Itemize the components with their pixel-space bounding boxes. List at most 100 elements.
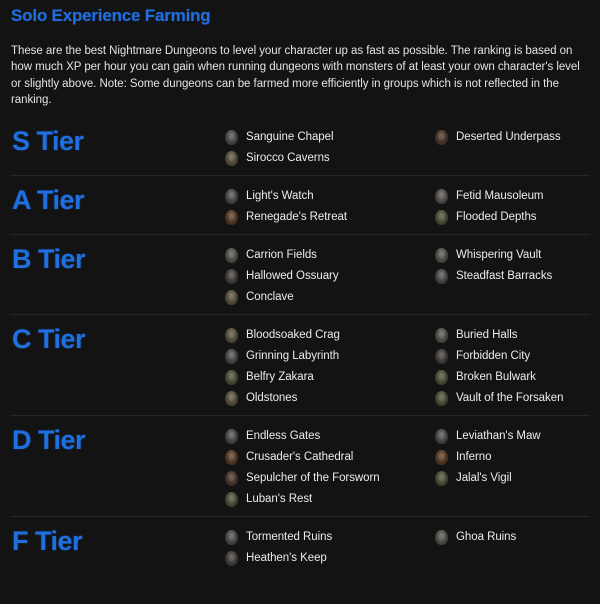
dungeon-name: Steadfast Barracks [456,269,553,282]
tier-entries: Endless Gates Crusader's Cathedral Sepulch… [225,425,600,507]
tier-label: B Tier [12,243,86,274]
dungeon-name: Sirocco Caverns [246,151,330,164]
dungeon-sigil-icon [225,289,238,305]
dungeon-sigil-icon [435,209,448,225]
dungeon-entry[interactable]: Conclave [225,289,435,305]
dungeon-entry[interactable]: Whispering Vault [435,247,600,263]
dungeon-entry[interactable]: Light's Watch [225,188,435,204]
tier-entries: Tormented Ruins Heathen's Keep Ghoa Ruins [225,526,600,566]
page-description: These are the best Nightmare Dungeons to… [11,45,580,106]
dungeon-name: Inferno [456,450,492,463]
dungeon-name: Endless Gates [246,429,321,442]
dungeon-sigil-icon [225,247,238,263]
tier-label: F Tier [12,525,83,556]
dungeon-name: Broken Bulwark [456,370,536,383]
tier-column-left: Tormented Ruins Heathen's Keep [225,526,435,566]
tier-column-right: Ghoa Ruins [435,526,600,545]
dungeon-sigil-icon [435,470,448,486]
dungeon-entry[interactable]: Belfry Zakara [225,369,435,385]
dungeon-sigil-icon [225,390,238,406]
tier-column-right: Deserted Underpass [435,126,600,145]
dungeon-entry[interactable]: Flooded Depths [435,209,600,225]
dungeon-name: Heathen's Keep [246,551,327,564]
dungeon-name: Ghoa Ruins [456,530,517,543]
dungeon-entry[interactable]: Jalal's Vigil [435,470,600,486]
dungeon-name: Flooded Depths [456,210,537,223]
tier-entries: Bloodsoaked Crag Grinning Labyrinth Belfry… [225,324,600,406]
dungeon-sigil-icon [435,327,448,343]
dungeon-entry[interactable]: Inferno [435,449,600,465]
dungeon-name: Tormented Ruins [246,530,333,543]
dungeon-sigil-icon [435,247,448,263]
dungeon-name: Bloodsoaked Crag [246,328,340,341]
dungeon-sigil-icon [225,491,238,507]
dungeon-name: Deserted Underpass [456,130,561,143]
dungeon-name: Vault of the Forsaken [456,391,564,404]
dungeon-entry[interactable]: Sirocco Caverns [225,150,435,166]
tier-column-left: Bloodsoaked Crag Grinning Labyrinth Belfry… [225,324,435,406]
dungeon-entry[interactable]: Ghoa Ruins [435,529,600,545]
dungeon-entry[interactable]: Hallowed Ossuary [225,268,435,284]
dungeon-sigil-icon [435,268,448,284]
tier-column-right: Fetid Mausoleum Flooded Depths [435,185,600,225]
dungeon-entry[interactable]: Renegade's Retreat [225,209,435,225]
dungeon-name: Buried Halls [456,328,518,341]
tier-column-left: Carrion Fields Hallowed Ossuary Conclave [225,244,435,305]
dungeon-entry[interactable]: Broken Bulwark [435,369,600,385]
dungeon-sigil-icon [435,529,448,545]
dungeon-name: Renegade's Retreat [246,210,348,223]
dungeon-name: Hallowed Ossuary [246,269,339,282]
tier-column-left: Endless Gates Crusader's Cathedral Sepulch… [225,425,435,507]
dungeon-name: Whispering Vault [456,248,542,261]
dungeon-entry[interactable]: Crusader's Cathedral [225,449,435,465]
dungeon-entry[interactable]: Buried Halls [435,327,600,343]
tier-row: A Tier Light's Watch Renegade's Retreat Fet… [10,174,590,234]
dungeon-entry[interactable]: Endless Gates [225,428,435,444]
tier-column-left: Light's Watch Renegade's Retreat [225,185,435,225]
tier-entries: Light's Watch Renegade's Retreat Fetid Mau… [225,185,600,225]
dungeon-entry[interactable]: Luban's Rest [225,491,435,507]
dungeon-entry[interactable]: Steadfast Barracks [435,268,600,284]
tier-label: D Tier [12,424,86,455]
dungeon-entry[interactable]: Bloodsoaked Crag [225,327,435,343]
tier-list: S Tier Sanguine Chapel Sirocco Caverns Dese… [10,122,590,575]
dungeon-name: Luban's Rest [246,492,313,505]
dungeon-entry[interactable]: Vault of the Forsaken [435,390,600,406]
dungeon-sigil-icon [225,129,238,145]
dungeon-name: Fetid Mausoleum [456,189,544,202]
dungeon-entry[interactable]: Deserted Underpass [435,129,600,145]
dungeon-entry[interactable]: Grinning Labyrinth [225,348,435,364]
dungeon-sigil-icon [435,449,448,465]
tier-column-left: Sanguine Chapel Sirocco Caverns [225,126,435,166]
dungeon-sigil-icon [225,188,238,204]
dungeon-entry[interactable]: Tormented Ruins [225,529,435,545]
dungeon-entry[interactable]: Fetid Mausoleum [435,188,600,204]
dungeon-entry[interactable]: Heathen's Keep [225,550,435,566]
tier-row: F Tier Tormented Ruins Heathen's Keep Ghoa … [10,515,590,575]
dungeon-name: Jalal's Vigil [456,471,512,484]
dungeon-name: Oldstones [246,391,298,404]
tier-label: S Tier [12,125,84,156]
tier-row: C Tier Bloodsoaked Crag Grinning Labyrinth… [10,313,590,415]
dungeon-entry[interactable]: Sepulcher of the Forsworn [225,470,435,486]
dungeon-name: Leviathan's Maw [456,429,541,442]
dungeon-entry[interactable]: Carrion Fields [225,247,435,263]
dungeon-sigil-icon [225,268,238,284]
dungeon-name: Light's Watch [246,189,314,202]
dungeon-name: Carrion Fields [246,248,317,261]
dungeon-entry[interactable]: Sanguine Chapel [225,129,435,145]
dungeon-entry[interactable]: Leviathan's Maw [435,428,600,444]
tier-row: B Tier Carrion Fields Hallowed Ossuary Conc… [10,233,590,314]
dungeon-name: Forbidden City [456,349,531,362]
dungeon-sigil-icon [225,470,238,486]
tier-column-right: Leviathan's Maw Inferno Jalal's Vigil [435,425,600,486]
tier-row: S Tier Sanguine Chapel Sirocco Caverns Dese… [10,122,590,175]
dungeon-sigil-icon [225,150,238,166]
dungeon-entry[interactable]: Forbidden City [435,348,600,364]
dungeon-name: Crusader's Cathedral [246,450,354,463]
dungeon-entry[interactable]: Oldstones [225,390,435,406]
dungeon-sigil-icon [225,369,238,385]
page-title: Solo Experience Farming [11,6,211,25]
dungeon-name: Conclave [246,290,294,303]
dungeon-sigil-icon [225,209,238,225]
